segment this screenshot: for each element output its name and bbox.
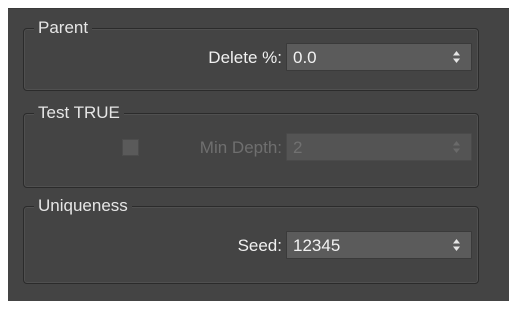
- min-depth-label: Min Depth:: [199, 138, 282, 157]
- delete-percent-label: Delete %:: [208, 48, 282, 67]
- panel-bottom-edge: [8, 301, 509, 313]
- uniqueness-group: Uniqueness Seed: 12345: [23, 196, 479, 284]
- rollout-panel: Parent Delete %: 0.0 Test TRUE Min Depth…: [8, 8, 509, 303]
- parent-group-title: Parent: [34, 18, 93, 38]
- delete-percent-row: Delete %: 0.0: [24, 43, 478, 73]
- test-true-group-title: Test TRUE: [34, 103, 124, 123]
- test-true-group: Test TRUE Min Depth: 2: [23, 103, 479, 188]
- spinner-arrows-icon[interactable]: [452, 238, 461, 252]
- min-depth-checkbox[interactable]: [122, 139, 139, 156]
- delete-percent-spinner[interactable]: 0.0: [286, 43, 472, 71]
- spinner-arrows-icon[interactable]: [452, 50, 461, 64]
- spinner-arrows-icon[interactable]: [452, 140, 461, 154]
- min-depth-value[interactable]: 2: [293, 134, 302, 160]
- parent-group: Parent Delete %: 0.0: [23, 18, 479, 91]
- seed-label: Seed:: [237, 236, 282, 255]
- seed-spinner[interactable]: 12345: [286, 231, 472, 259]
- min-depth-spinner[interactable]: 2: [286, 133, 472, 161]
- seed-row: Seed: 12345: [24, 231, 478, 261]
- delete-percent-value[interactable]: 0.0: [293, 44, 317, 70]
- seed-value[interactable]: 12345: [293, 232, 340, 258]
- min-depth-row: Min Depth: 2: [24, 133, 478, 163]
- uniqueness-group-title: Uniqueness: [34, 196, 132, 216]
